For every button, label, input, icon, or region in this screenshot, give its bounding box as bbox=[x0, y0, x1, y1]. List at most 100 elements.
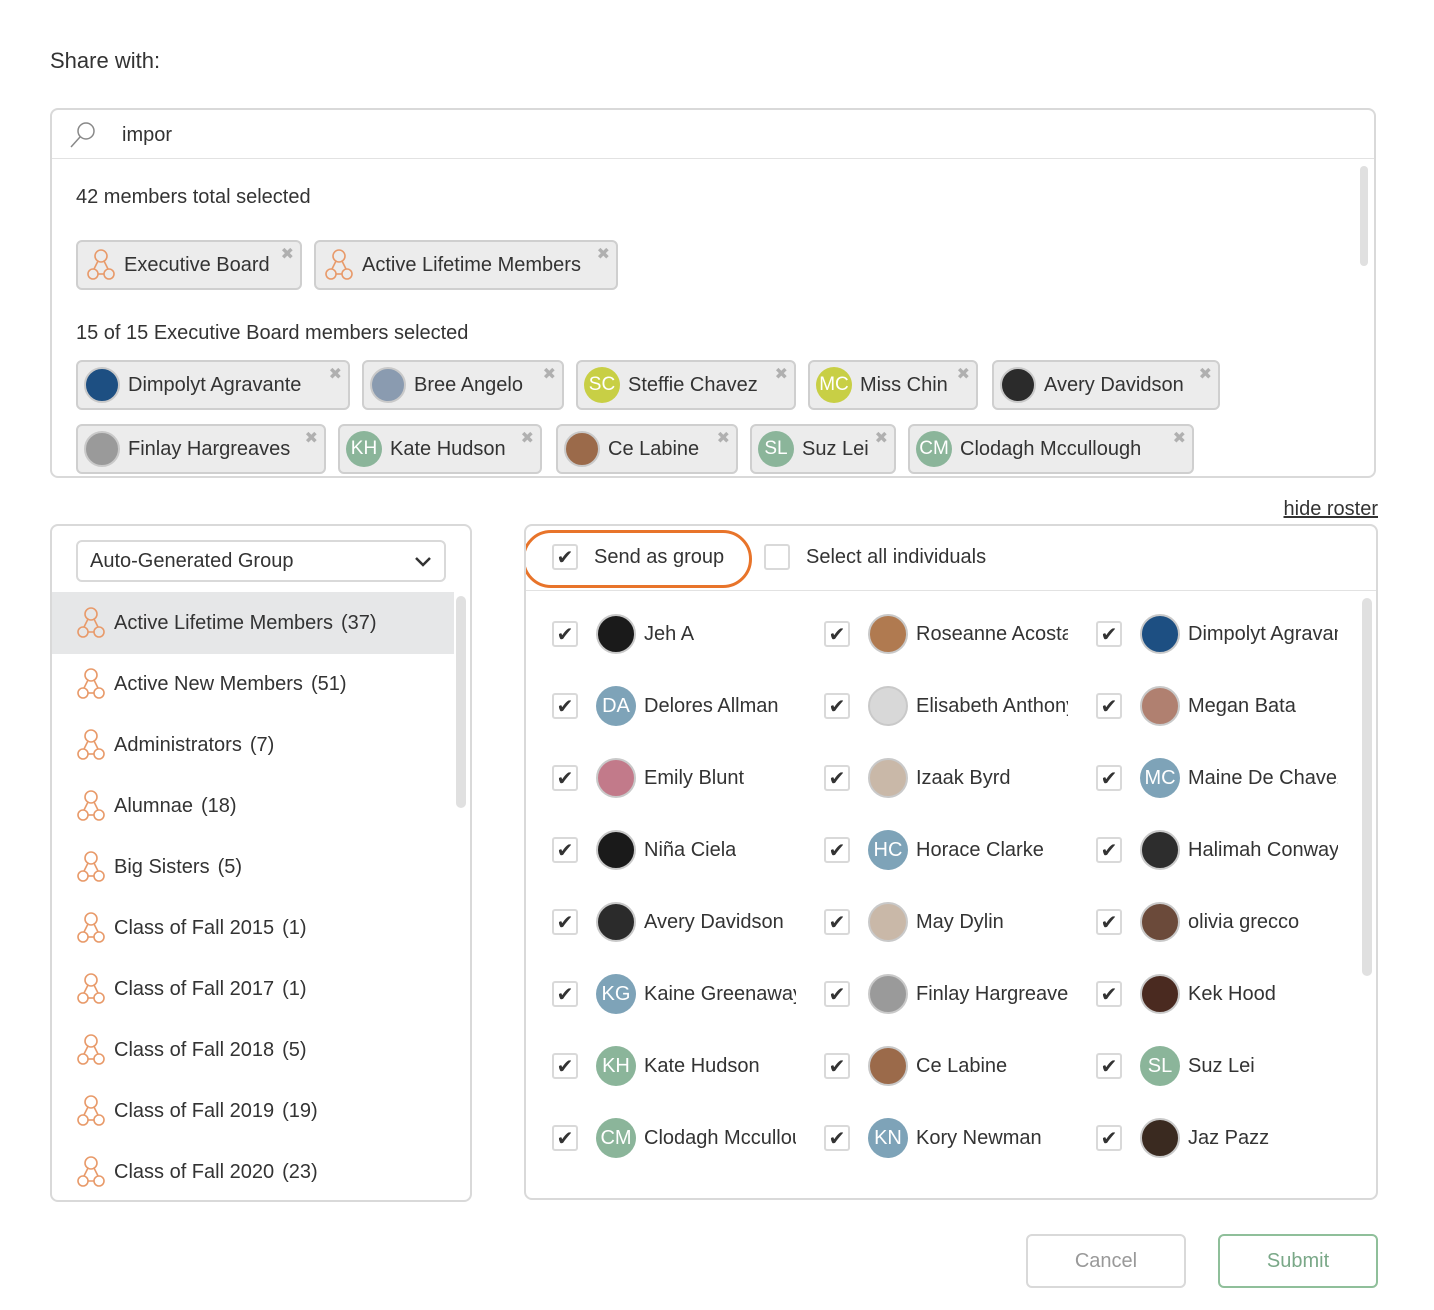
roster-member[interactable]: ✔ Avery Davidson bbox=[552, 900, 796, 944]
member-checkbox[interactable]: ✔ bbox=[552, 1053, 578, 1079]
select-all-label: Select all individuals bbox=[806, 545, 987, 568]
selected-group-chip[interactable]: Active Lifetime Members ✖ bbox=[314, 240, 618, 290]
member-checkbox[interactable]: ✔ bbox=[552, 837, 578, 863]
selected-member-chip[interactable]: CM Clodagh Mccullough ✖ bbox=[908, 424, 1194, 474]
remove-chip-icon[interactable]: ✖ bbox=[1173, 428, 1186, 448]
remove-chip-icon[interactable]: ✖ bbox=[717, 428, 730, 448]
selected-member-chip[interactable]: Dimpolyt Agravante ✖ bbox=[76, 360, 350, 410]
remove-chip-icon[interactable]: ✖ bbox=[1199, 364, 1212, 384]
roster-member[interactable]: ✔ Ce Labine bbox=[824, 1044, 1068, 1088]
roster-member[interactable]: ✔ Jaz Pazz bbox=[1096, 1116, 1338, 1160]
group-list-item[interactable]: Big Sisters (5) bbox=[52, 836, 454, 898]
member-checkbox[interactable]: ✔ bbox=[824, 765, 850, 791]
member-checkbox[interactable]: ✔ bbox=[1096, 621, 1122, 647]
member-checkbox[interactable]: ✔ bbox=[1096, 909, 1122, 935]
submit-button[interactable]: Submit bbox=[1218, 1234, 1378, 1288]
selected-group-chip[interactable]: Executive Board ✖ bbox=[76, 240, 302, 290]
group-list-item[interactable]: Active Lifetime Members (37) bbox=[52, 592, 454, 654]
remove-chip-icon[interactable]: ✖ bbox=[875, 428, 888, 448]
cancel-button[interactable]: Cancel bbox=[1026, 1234, 1186, 1288]
roster-member[interactable]: ✔ MC Maine De Chavez bbox=[1096, 756, 1338, 800]
member-checkbox[interactable]: ✔ bbox=[1096, 1053, 1122, 1079]
group-list-item[interactable]: Class of Fall 2019 (19) bbox=[52, 1080, 454, 1142]
member-checkbox[interactable]: ✔ bbox=[824, 693, 850, 719]
select-all-option[interactable]: Select all individuals bbox=[764, 544, 986, 570]
member-checkbox[interactable]: ✔ bbox=[552, 621, 578, 647]
remove-chip-icon[interactable]: ✖ bbox=[597, 244, 610, 264]
group-list-item[interactable]: Class of Fall 2015 (1) bbox=[52, 897, 454, 959]
member-checkbox[interactable]: ✔ bbox=[824, 621, 850, 647]
selected-member-chip[interactable]: Ce Labine ✖ bbox=[556, 424, 738, 474]
roster-scrollbar[interactable] bbox=[1362, 598, 1372, 976]
group-list-item[interactable]: Class of Fall 2017 (1) bbox=[52, 958, 454, 1020]
member-checkbox[interactable]: ✔ bbox=[552, 765, 578, 791]
roster-member[interactable]: ✔ HC Horace Clarke bbox=[824, 828, 1068, 872]
remove-chip-icon[interactable]: ✖ bbox=[281, 244, 294, 264]
roster-member[interactable]: ✔ KG Kaine Greenaway bbox=[552, 972, 796, 1016]
remove-chip-icon[interactable]: ✖ bbox=[521, 428, 534, 448]
member-name: Kaine Greenaway bbox=[644, 982, 796, 1005]
member-checkbox[interactable]: ✔ bbox=[824, 981, 850, 1007]
remove-chip-icon[interactable]: ✖ bbox=[957, 364, 970, 384]
remove-chip-icon[interactable]: ✖ bbox=[543, 364, 556, 384]
member-checkbox[interactable]: ✔ bbox=[1096, 693, 1122, 719]
group-type-select[interactable]: Auto-Generated Group bbox=[76, 540, 446, 582]
chip-label: Dimpolyt Agravante bbox=[128, 373, 302, 396]
roster-member[interactable]: ✔ KN Kory Newman bbox=[824, 1116, 1068, 1160]
roster-member[interactable]: ✔ Roseanne Acosta bbox=[824, 612, 1068, 656]
member-checkbox[interactable]: ✔ bbox=[824, 837, 850, 863]
member-checkbox[interactable]: ✔ bbox=[552, 1125, 578, 1151]
roster-member[interactable]: ✔ olivia grecco bbox=[1096, 900, 1338, 944]
group-type-select-value: Auto-Generated Group bbox=[90, 549, 294, 572]
roster-member[interactable]: ✔ KH Kate Hudson bbox=[552, 1044, 796, 1088]
total-selected-summary: 42 members total selected bbox=[76, 186, 311, 208]
roster-member[interactable]: ✔ Finlay Hargreaves bbox=[824, 972, 1068, 1016]
selected-member-chip[interactable]: Bree Angelo ✖ bbox=[362, 360, 564, 410]
selected-member-chip[interactable]: KH Kate Hudson ✖ bbox=[338, 424, 542, 474]
remove-chip-icon[interactable]: ✖ bbox=[329, 364, 342, 384]
member-checkbox[interactable]: ✔ bbox=[1096, 765, 1122, 791]
hide-roster-link[interactable]: hide roster bbox=[1284, 498, 1379, 521]
roster-member[interactable]: ✔ Emily Blunt bbox=[552, 756, 796, 800]
roster-member[interactable]: ✔ Jeh A bbox=[552, 612, 796, 656]
selected-member-chip[interactable]: SL Suz Lei ✖ bbox=[750, 424, 896, 474]
group-list-item[interactable]: Administrators (7) bbox=[52, 714, 454, 776]
member-checkbox[interactable]: ✔ bbox=[824, 1125, 850, 1151]
member-checkbox[interactable]: ✔ bbox=[1096, 1125, 1122, 1151]
group-list-item[interactable]: Class of Fall 2020 (23) bbox=[52, 1141, 454, 1200]
roster-member[interactable]: ✔ CM Clodagh Mccullough bbox=[552, 1116, 796, 1160]
member-checkbox[interactable]: ✔ bbox=[552, 981, 578, 1007]
roster-member[interactable]: ✔ SL Suz Lei bbox=[1096, 1044, 1338, 1088]
group-name: Class of Fall 2017 bbox=[114, 977, 275, 1000]
roster-member[interactable]: ✔ Izaak Byrd bbox=[824, 756, 1068, 800]
member-checkbox[interactable]: ✔ bbox=[552, 909, 578, 935]
remove-chip-icon[interactable]: ✖ bbox=[305, 428, 318, 448]
roster-member[interactable]: ✔ May Dylin bbox=[824, 900, 1068, 944]
member-checkbox[interactable]: ✔ bbox=[824, 1053, 850, 1079]
roster-member[interactable]: ✔ Dimpolyt Agravante bbox=[1096, 612, 1338, 656]
share-box-scrollbar[interactable] bbox=[1360, 166, 1368, 266]
roster-member[interactable]: ✔ Elisabeth Anthony bbox=[824, 684, 1068, 728]
group-list-item[interactable]: Active New Members (51) bbox=[52, 653, 454, 715]
remove-chip-icon[interactable]: ✖ bbox=[775, 364, 788, 384]
member-checkbox[interactable]: ✔ bbox=[1096, 981, 1122, 1007]
roster-member[interactable]: ✔ DA Delores Allman bbox=[552, 684, 796, 728]
group-list-scrollbar[interactable] bbox=[456, 596, 466, 808]
select-all-checkbox[interactable] bbox=[764, 544, 790, 570]
selected-member-chip[interactable]: MC Miss Chin ✖ bbox=[808, 360, 978, 410]
send-as-group-checkbox[interactable]: ✔ bbox=[552, 544, 578, 570]
roster-member[interactable]: ✔ Niña Ciela bbox=[552, 828, 796, 872]
selected-member-chip[interactable]: Avery Davidson ✖ bbox=[992, 360, 1220, 410]
member-checkbox[interactable]: ✔ bbox=[552, 693, 578, 719]
member-checkbox[interactable]: ✔ bbox=[824, 909, 850, 935]
selected-member-chip[interactable]: Finlay Hargreaves ✖ bbox=[76, 424, 326, 474]
member-checkbox[interactable]: ✔ bbox=[1096, 837, 1122, 863]
group-list-item[interactable]: Alumnae (18) bbox=[52, 775, 454, 837]
search-input[interactable] bbox=[120, 118, 1304, 152]
selected-member-chip[interactable]: SC Steffie Chavez ✖ bbox=[576, 360, 796, 410]
roster-member[interactable]: ✔ Megan Bata bbox=[1096, 684, 1338, 728]
roster-member[interactable]: ✔ Kek Hood bbox=[1096, 972, 1338, 1016]
group-list-item[interactable]: Class of Fall 2018 (5) bbox=[52, 1019, 454, 1081]
roster-member[interactable]: ✔ Halimah Conway bbox=[1096, 828, 1338, 872]
send-as-group-option[interactable]: ✔ Send as group bbox=[552, 544, 724, 570]
